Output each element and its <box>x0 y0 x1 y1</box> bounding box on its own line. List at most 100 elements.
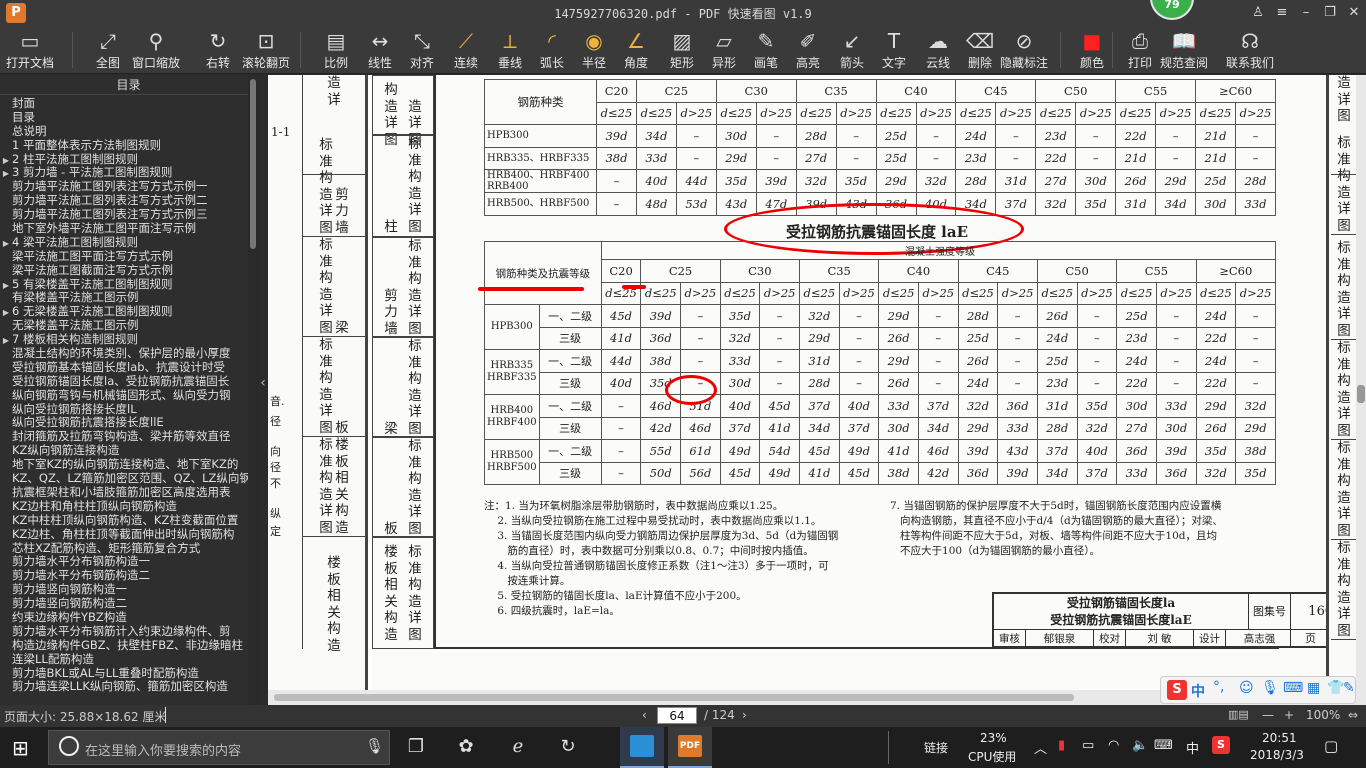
toc-item[interactable]: 剪力墙平法施工图列表注写方式示例二 <box>0 194 248 208</box>
scale-tool-button[interactable]: ▤ 比例 <box>318 28 354 72</box>
expand-arrow-icon[interactable]: ▶ <box>0 334 12 347</box>
toc-scroll-thumb[interactable] <box>250 79 256 249</box>
language-indicator[interactable]: 中 <box>1186 738 1199 757</box>
toc-item[interactable]: 约束边缘构件YBZ构造 <box>0 611 248 625</box>
task-view-icon[interactable]: ❐ <box>404 735 428 759</box>
toc-item[interactable]: 受拉钢筋锚固长度la、受拉钢筋抗震锚固长 <box>0 375 248 389</box>
user-icon[interactable]: ♙ <box>1248 4 1268 22</box>
toc-item[interactable]: ▶ 6 无梁楼盖平法施工图制图规则 <box>0 305 248 319</box>
toc-item[interactable]: 纵向受拉钢筋搭接长度lL <box>0 403 248 417</box>
tray-expand-icon[interactable]: ︿ <box>1034 738 1047 757</box>
toc-item[interactable]: 剪力墙竖向钢筋构造二 <box>0 597 248 611</box>
toc-item[interactable]: 无梁楼盖平法施工图示例 <box>0 319 248 333</box>
ime-emoji-icon[interactable]: ☺ <box>1239 680 1254 696</box>
toc-item[interactable]: ▶ 4 梁平法施工图制图规则 <box>0 236 248 250</box>
ime-toolbar[interactable]: S 中 °, ☺ 🎙 ⌨ ▦ 👕 ✎ <box>1160 676 1356 704</box>
toc-item[interactable]: ▶ 7 楼板相关构造制图规则 <box>0 333 248 347</box>
browser-app-icon[interactable]: ↻ <box>556 735 580 759</box>
toc-item[interactable]: 目录 <box>0 111 248 125</box>
toc-item[interactable]: 梁平法施工图截面注写方式示例 <box>0 264 248 278</box>
sogou-tray-icon[interactable]: S <box>1212 736 1230 754</box>
scroll-tool-button[interactable]: ⊡ 滚轮翻页 <box>238 28 294 72</box>
toc-item[interactable]: 封闭箍筋及拉筋弯钩构造、梁并筋等效直径 <box>0 430 248 444</box>
delete-tool-button[interactable]: ⌫ 删除 <box>962 28 998 72</box>
toc-item[interactable]: 构造边缘构件GBZ、扶壁柱FBZ、非边缘暗柱 <box>0 639 248 653</box>
rect-tool-button[interactable]: ▨ 矩形 <box>664 28 700 72</box>
toc-item[interactable]: ▶ 2 柱平法施工图制图规则 <box>0 153 248 167</box>
toc-item[interactable]: 纵向受拉钢筋抗震搭接长度llE <box>0 416 248 430</box>
toc-item[interactable]: KZ纵向钢筋连接构造 <box>0 444 248 458</box>
toc-item[interactable]: 剪力墙水平分布钢筋构造二 <box>0 569 248 583</box>
ime-lang-label[interactable]: 中 <box>1191 681 1205 701</box>
arrow-tool-button[interactable]: ↙ 箭头 <box>834 28 870 72</box>
link-label[interactable]: 链接 <box>924 739 948 756</box>
collapse-sidebar-icon[interactable]: ‹ <box>258 375 268 399</box>
taskbar-app-1[interactable] <box>620 727 664 768</box>
toc-item[interactable]: 剪力墙平法施工图列表注写方式示例一 <box>0 180 248 194</box>
battery-icon[interactable]: ▭ <box>1082 738 1094 753</box>
zoomwin-tool-button[interactable]: ⚲ 窗口缩放 <box>128 28 184 72</box>
next-page-button[interactable]: › <box>742 708 747 722</box>
taskbar-pdf-app[interactable]: PDF <box>668 727 712 768</box>
edge-browser-icon[interactable]: ℯ <box>506 735 530 759</box>
notification-icon[interactable]: ▢ <box>1324 737 1338 755</box>
start-button[interactable]: ⊞ <box>12 737 34 759</box>
toc-item[interactable]: 剪力墙水平分布钢筋构造一 <box>0 555 248 569</box>
clock-date[interactable]: 2018/3/3 <box>1250 748 1304 762</box>
toc-item[interactable]: 抗震框架柱和小墙肢箍筋加密区高度选用表 <box>0 486 248 500</box>
volume-icon[interactable]: 🔈 <box>1132 738 1148 753</box>
zoom-in-button[interactable]: + <box>1284 708 1294 722</box>
minimize-button[interactable]: – <box>1296 4 1316 22</box>
toc-item[interactable]: 地下室外墙平法施工图平面注写示例 <box>0 222 248 236</box>
toc-item[interactable]: ▶ 5 有梁楼盖平法施工图制图规则 <box>0 278 248 292</box>
red-underline-annotation[interactable] <box>478 287 584 291</box>
expand-arrow-icon[interactable]: ▶ <box>0 237 12 250</box>
tray-app-icon[interactable]: ▮ <box>1058 738 1065 753</box>
ime-voice-icon[interactable]: 🎙 <box>1261 680 1279 696</box>
ime-tools-icon[interactable]: ✎ <box>1343 680 1355 696</box>
clock-time[interactable]: 20:51 <box>1262 731 1297 745</box>
close-button[interactable]: ✕ <box>1344 4 1364 22</box>
color-tool-button[interactable]: ■ 颜色 <box>1074 28 1110 72</box>
taskbar-search-box[interactable]: 在这里输入你要搜索的内容 🎙 <box>48 730 390 765</box>
toc-item[interactable]: 连梁LL配筋构造 <box>0 653 248 667</box>
toc-item[interactable]: 芯柱XZ配筋构造、矩形箍筋复合方式 <box>0 542 248 556</box>
special-tool-button[interactable]: ▱ 异形 <box>706 28 742 72</box>
highlight-tool-button[interactable]: ✐ 高亮 <box>790 28 826 72</box>
toc-item[interactable]: 剪力墙BKL或AL与LL重叠时配筋构造 <box>0 667 248 681</box>
menu-icon[interactable]: ≡ <box>1272 4 1292 22</box>
ime-skin-icon[interactable]: 👕 <box>1327 680 1344 696</box>
expand-arrow-icon[interactable]: ▶ <box>0 279 12 292</box>
text-tool-button[interactable]: T 文字 <box>876 28 912 72</box>
toc-scrollbar[interactable] <box>248 75 258 705</box>
toc-item[interactable]: ▶ 3 剪力墙 - 平法施工图制图规则 <box>0 166 248 180</box>
document-vertical-scrollbar[interactable] <box>1356 75 1366 705</box>
toc-item[interactable]: 梁平法施工图平面注写方式示例 <box>0 250 248 264</box>
ime-keyboard-icon[interactable]: ⌨ <box>1283 680 1303 696</box>
toc-item[interactable]: 剪力墙竖向钢筋构造一 <box>0 583 248 597</box>
zoom-out-button[interactable]: — <box>1262 708 1274 722</box>
align-tool-button[interactable]: ⤡ 对齐 <box>404 28 440 72</box>
hide-tool-button[interactable]: ⊘ 隐藏标注 <box>996 28 1052 72</box>
document-scroll-thumb[interactable] <box>1357 385 1365 403</box>
cloud-tool-button[interactable]: ☁ 云线 <box>920 28 956 72</box>
toc-item[interactable]: KZ、QZ、LZ箍筋加密区范围、QZ、LZ纵向钢 <box>0 472 248 486</box>
toc-item[interactable]: KZ中柱柱顶纵向钢筋构造、KZ柱变截面位置 <box>0 514 248 528</box>
toc-item[interactable]: 总说明 <box>0 125 248 139</box>
open-tool-button[interactable]: ▭ 打开文档 <box>2 28 58 72</box>
fit-tool-button[interactable]: ⤢ 全图 <box>90 28 126 72</box>
perp-tool-button[interactable]: ⟂ 垂线 <box>492 28 528 72</box>
toc-item[interactable]: 1 平面整体表示方法制图规则 <box>0 139 248 153</box>
expand-arrow-icon[interactable]: ▶ <box>0 154 12 167</box>
ime-punct-icon[interactable]: °, <box>1213 679 1224 695</box>
spec-tool-button[interactable]: 📖 规范查阅 <box>1156 28 1212 72</box>
toc-item[interactable]: 纵向钢筋弯钩与机械锚固形式、纵向受力钢 <box>0 389 248 403</box>
wifi-icon[interactable]: ◠ <box>1108 738 1119 753</box>
radius-tool-button[interactable]: ◉ 半径 <box>576 28 612 72</box>
ime-grid-icon[interactable]: ▦ <box>1307 680 1320 696</box>
fit-width-icon[interactable]: ⇔ <box>1348 708 1358 722</box>
pinwheel-app-icon[interactable]: ✿ <box>454 735 478 759</box>
microphone-icon[interactable]: 🎙 <box>365 737 384 755</box>
toc-item[interactable]: KZ边柱和角柱柱顶纵向钢筋构造 <box>0 500 248 514</box>
zoom-level[interactable]: 100% <box>1306 708 1340 722</box>
